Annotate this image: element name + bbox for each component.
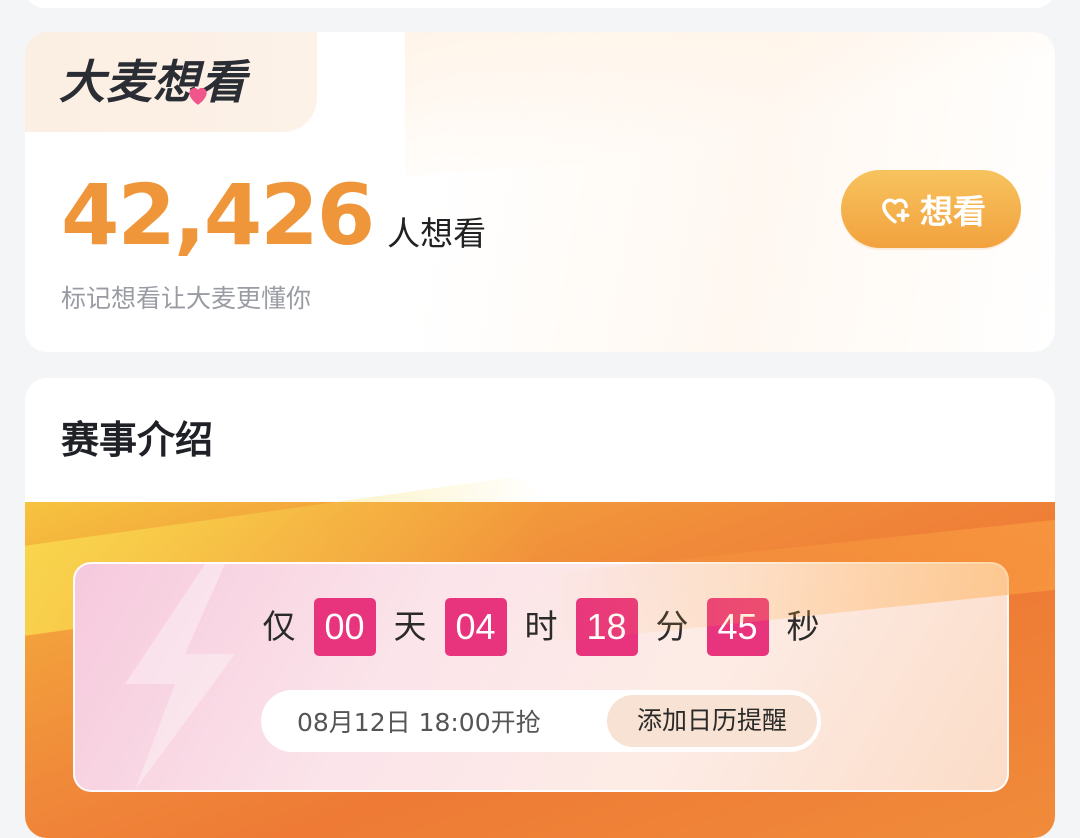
want-hint: 标记想看让大麦更懂你 [61,284,312,313]
want-count-suffix: 人想看 [387,214,487,253]
intro-banner: 仅 00 天 04 时 18 分 45 秒 08月12日 18:00开抢 添加日… [25,502,1055,838]
sale-start-time: 08月12日 18:00开抢 [297,708,541,737]
countdown-hours: 04 [444,598,507,656]
countdown-days-unit: 天 [393,607,427,646]
event-intro-card: 赛事介绍 仅 00 天 04 时 18 分 45 秒 08月12日 18:00开… [25,378,1055,838]
heart-icon [189,87,207,105]
heart-plus-icon [882,198,910,224]
sale-info-pill: 08月12日 18:00开抢 添加日历提醒 [261,690,821,752]
countdown-days: 00 [313,598,376,656]
previous-card [25,0,1055,8]
want-button-label: 想看 [920,192,986,231]
countdown-minutes-unit: 分 [655,607,689,646]
countdown-minutes: 18 [575,598,638,656]
countdown-panel: 仅 00 天 04 时 18 分 45 秒 08月12日 18:00开抢 添加日… [73,562,1009,792]
want-to-see-card: 大麦想看 42,426 人想看 标记想看让大麦更懂你 想看 [25,32,1055,352]
countdown-seconds: 45 [706,598,769,656]
countdown-seconds-unit: 秒 [786,607,820,646]
want-count-row: 42,426 人想看 [61,170,486,260]
want-count: 42,426 [61,166,375,264]
countdown-hours-unit: 时 [524,607,558,646]
want-button[interactable]: 想看 [841,170,1021,248]
damai-want-logo: 大麦想看 [25,32,317,132]
add-calendar-reminder-button[interactable]: 添加日历提醒 [606,695,817,747]
countdown-timer: 仅 00 天 04 时 18 分 45 秒 [75,598,1007,656]
logo-text: 大麦想看 [59,55,247,109]
section-title: 赛事介绍 [61,418,214,462]
countdown-prefix: 仅 [262,607,296,646]
